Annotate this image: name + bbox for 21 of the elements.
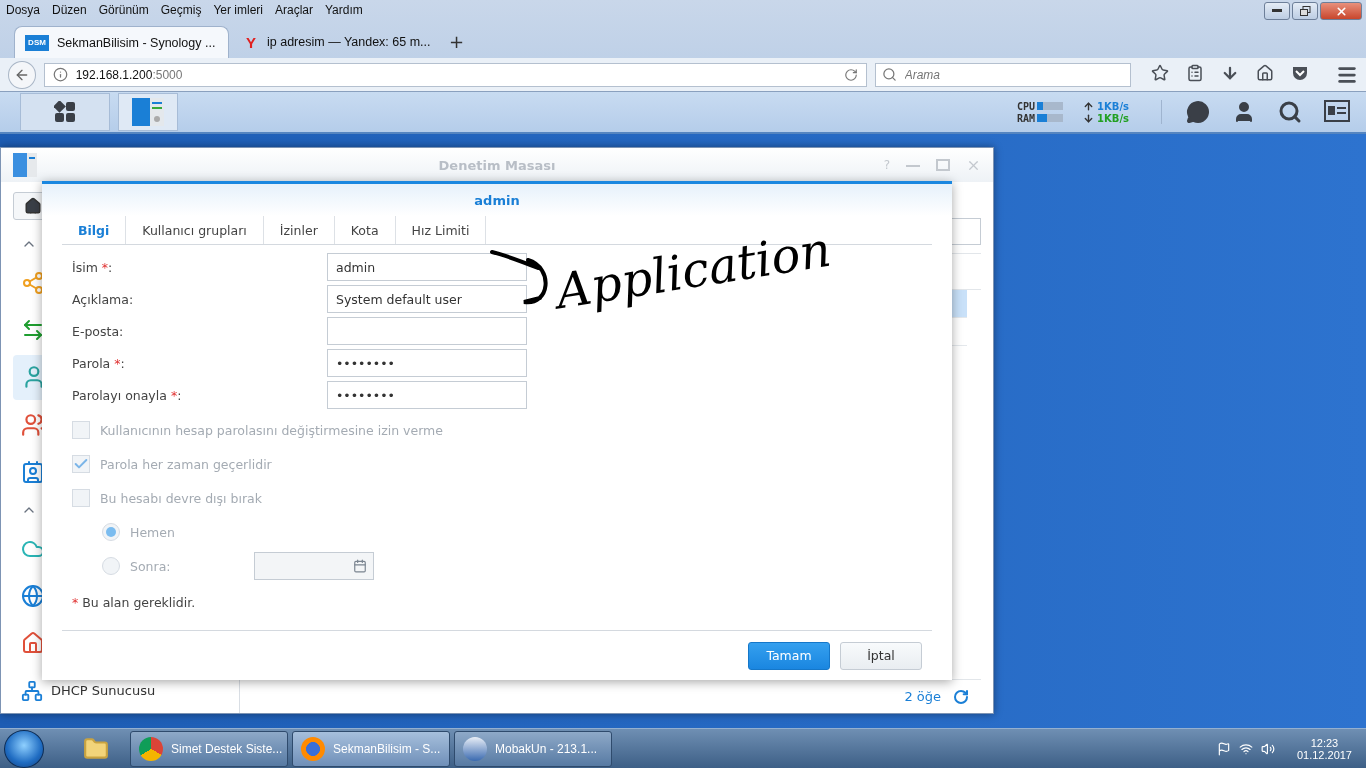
field-label: E-posta: (72, 323, 125, 339)
field-label: Parola *: (72, 355, 126, 371)
dialog-title: admin (474, 192, 520, 208)
field-label: İsim *: (72, 259, 114, 275)
field-label: Açıklama: (72, 291, 135, 307)
checkbox-label: Kullanıcının hesap parolasını değiştirmesine izin verme (100, 422, 443, 438)
required-note: * Bu alan gereklidir. (72, 595, 197, 610)
radio-label: Sonra: (130, 558, 172, 574)
transfer-rate: 1KB/s (1097, 100, 1129, 112)
item-count: 2 öğe (904, 689, 941, 704)
letter-favicon-icon: Y (243, 34, 259, 50)
window-title: Denetim Masası (437, 157, 557, 173)
handwritten-annotation: Application (552, 220, 835, 320)
meter-label: CPU (1017, 100, 1036, 112)
dsm-favicon-icon: DSM (25, 34, 49, 51)
meter-label: RAM (1017, 112, 1036, 124)
checkbox-label: Bu hesabı devre dışı bırak (100, 490, 262, 506)
field-label: Parolayı onayla *: (72, 387, 183, 403)
checkbox-label: Parola her zaman geçerlidir (100, 456, 272, 472)
radio-label: Hemen (130, 524, 176, 540)
transfer-rate: 1KB/s (1097, 112, 1129, 124)
